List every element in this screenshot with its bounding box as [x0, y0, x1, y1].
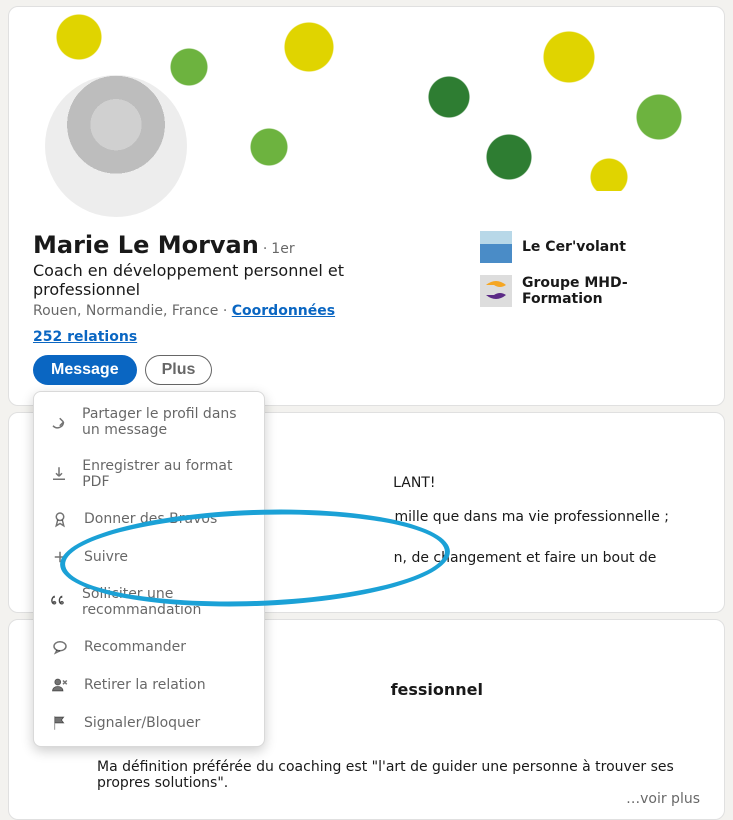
action-buttons: Message Plus Partager le profil dans un … — [33, 355, 440, 385]
dropdown-remove-connection[interactable]: Retirer la relation — [34, 666, 264, 704]
dropdown-save-pdf[interactable]: Enregistrer au format PDF — [34, 448, 264, 500]
dropdown-label: Enregistrer au format PDF — [82, 458, 248, 490]
profile-name: Marie Le Morvan — [33, 231, 259, 259]
plus-icon — [50, 548, 70, 566]
company-link-1[interactable]: Groupe MHD-Formation — [480, 275, 700, 307]
company-logo — [480, 231, 512, 263]
dropdown-report-block[interactable]: Signaler/Bloquer — [34, 704, 264, 742]
company-link-0[interactable]: Le Cer'volant — [480, 231, 700, 263]
company-name: Le Cer'volant — [522, 239, 626, 255]
dropdown-label: Recommander — [84, 639, 186, 655]
dropdown-label: Donner des Bravos — [84, 511, 217, 527]
dropdown-label: Solliciter une recommandation — [82, 586, 248, 618]
speech-icon — [50, 638, 70, 656]
share-icon — [50, 413, 68, 431]
flag-icon — [50, 714, 70, 732]
connections-link[interactable]: 252 relations — [33, 329, 137, 345]
avatar[interactable] — [45, 75, 187, 217]
headline: Coach en développement personnel et prof… — [33, 261, 440, 299]
more-dropdown: Partager le profil dans un message Enreg… — [33, 391, 265, 747]
dropdown-follow[interactable]: Suivre — [34, 538, 264, 576]
dropdown-request-recommendation[interactable]: Solliciter une recommandation — [34, 576, 264, 628]
dropdown-label: Retirer la relation — [84, 677, 206, 693]
location-separator: · — [218, 303, 231, 319]
exp-description: Ma définition préférée du coaching est "… — [97, 759, 700, 791]
dropdown-recommend[interactable]: Recommander — [34, 628, 264, 666]
location: Rouen, Normandie, France — [33, 303, 218, 319]
dropdown-label: Suivre — [84, 549, 128, 565]
contact-info-link[interactable]: Coordonnées — [232, 303, 335, 319]
profile-banner — [9, 7, 724, 191]
exp-title-suffix: fessionnel — [391, 680, 483, 699]
company-name: Groupe MHD-Formation — [522, 275, 700, 307]
about-line1-suffix: LANT! — [393, 475, 435, 491]
quote-icon — [50, 593, 68, 611]
dropdown-label: Partager le profil dans un message — [82, 406, 248, 438]
connection-degree: 1er — [271, 241, 294, 257]
dropdown-share-profile[interactable]: Partager le profil dans un message — [34, 396, 264, 448]
download-icon — [50, 465, 68, 483]
degree-separator: · — [263, 241, 267, 257]
profile-card: Marie Le Morvan · 1er Coach en développe… — [8, 6, 725, 406]
dropdown-give-kudos[interactable]: Donner des Bravos — [34, 500, 264, 538]
remove-user-icon — [50, 676, 70, 694]
award-icon — [50, 510, 70, 528]
exp-see-more[interactable]: …voir plus — [97, 791, 700, 807]
more-button[interactable]: Plus — [145, 355, 213, 385]
avatar-container — [41, 71, 191, 221]
message-button[interactable]: Message — [33, 355, 137, 385]
company-logo — [480, 275, 512, 307]
